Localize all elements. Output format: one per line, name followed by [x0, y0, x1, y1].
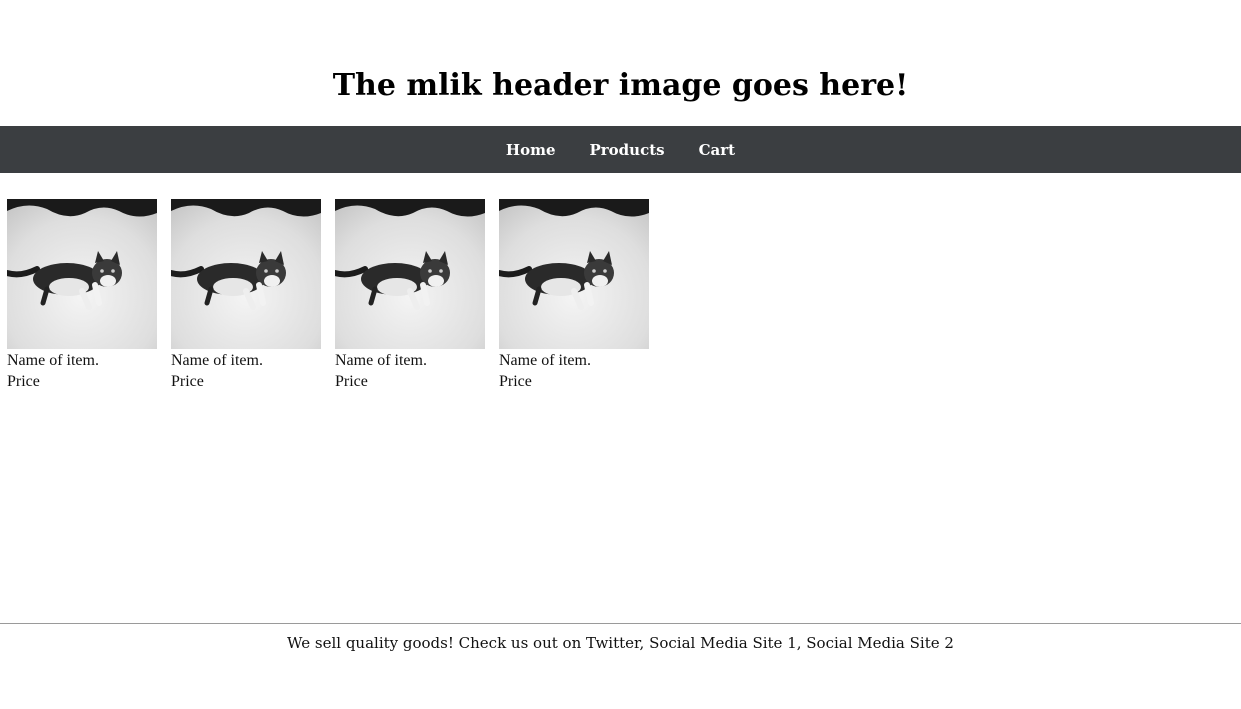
nav-home-link[interactable]: Home: [506, 141, 556, 159]
product-name: Name of item.: [499, 352, 591, 369]
product-name: Name of item.: [335, 352, 427, 369]
product-card[interactable]: Name of item. Price: [7, 199, 157, 391]
nav-cart-link[interactable]: Cart: [699, 141, 736, 159]
product-grid: Name of item. Price Name of item. Price …: [7, 199, 663, 391]
header-title: The mlik header image goes here!: [332, 68, 909, 103]
footer-text: We sell quality goods! Check us out on T…: [287, 634, 954, 652]
product-price: Price: [171, 373, 204, 390]
product-price: Price: [7, 373, 40, 390]
product-price: Price: [335, 373, 368, 390]
product-name: Name of item.: [7, 352, 99, 369]
product-image[interactable]: [499, 199, 649, 349]
nav-products-link[interactable]: Products: [590, 141, 665, 159]
product-price: Price: [499, 373, 532, 390]
product-card[interactable]: Name of item. Price: [335, 199, 485, 391]
product-image[interactable]: [171, 199, 321, 349]
product-card[interactable]: Name of item. Price: [171, 199, 321, 391]
footer-divider: [0, 623, 1241, 624]
product-card[interactable]: Name of item. Price: [499, 199, 649, 391]
product-image[interactable]: [7, 199, 157, 349]
product-name: Name of item.: [171, 352, 263, 369]
product-image[interactable]: [335, 199, 485, 349]
page-header: The mlik header image goes here!: [0, 0, 1241, 126]
main-navbar: Home Products Cart: [0, 126, 1241, 173]
